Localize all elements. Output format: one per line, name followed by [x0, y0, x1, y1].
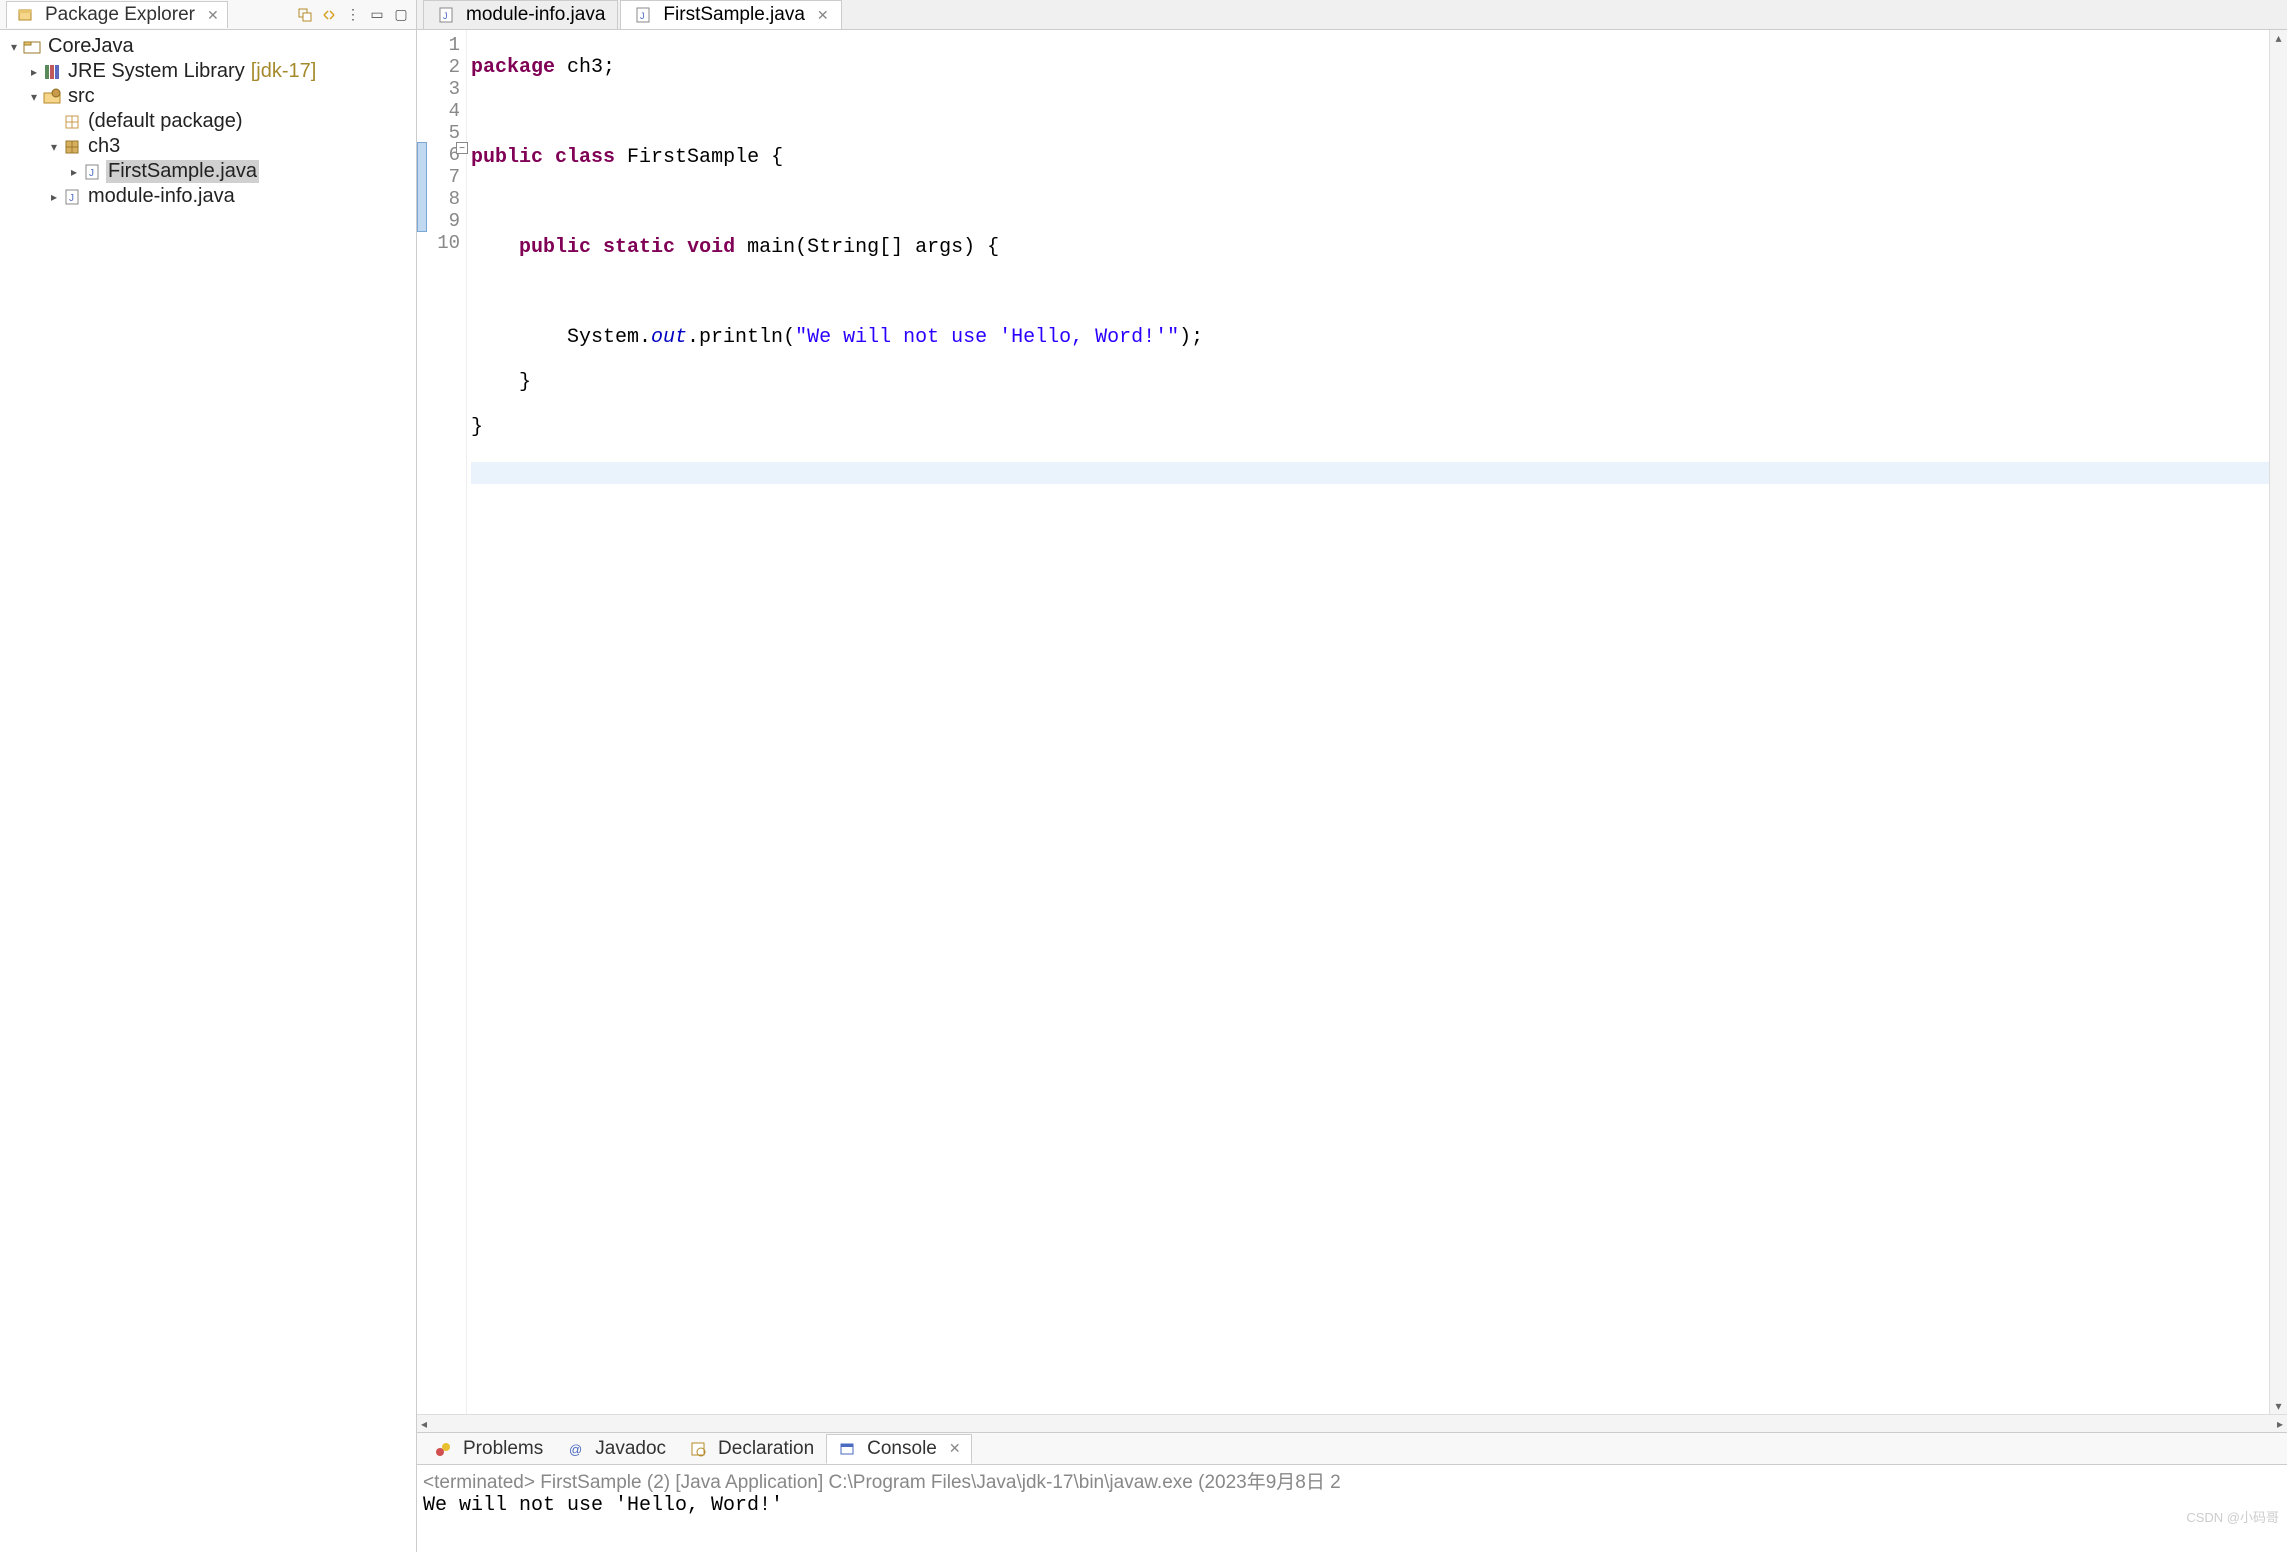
package-explorer-title: Package Explorer	[45, 4, 195, 26]
tree-label: module-info.java	[86, 185, 237, 208]
javadoc-icon: @	[565, 1439, 585, 1459]
scroll-right-icon[interactable]: ▸	[2277, 1417, 2283, 1431]
bottom-tab-bar: Problems @ Javadoc Declaration	[417, 1433, 2287, 1465]
tree-first-sample[interactable]: ▸ J FirstSample.java	[0, 159, 416, 184]
line-number: 2	[449, 56, 460, 78]
console-icon	[837, 1439, 857, 1459]
collapse-all-icon[interactable]	[296, 6, 314, 24]
tab-label: FirstSample.java	[663, 4, 805, 26]
source-folder-icon	[42, 87, 62, 107]
console-output: We will not use 'Hello, Word!'	[423, 1494, 2281, 1517]
code-editor[interactable]: package ch3; public class FirstSample { …	[467, 30, 2269, 1414]
view-menu-icon[interactable]: ⋮	[344, 6, 362, 24]
problems-icon	[433, 1439, 453, 1459]
svg-text:J: J	[640, 11, 645, 21]
tab-javadoc[interactable]: @ Javadoc	[555, 1435, 676, 1463]
tree-label: CoreJava	[46, 35, 136, 58]
horizontal-scrollbar[interactable]: ◂ ▸	[417, 1414, 2287, 1432]
chevron-down-icon[interactable]: ▾	[26, 90, 42, 104]
line-number: 10	[437, 232, 460, 254]
chevron-down-icon[interactable]: ▾	[6, 40, 22, 54]
tree-src[interactable]: ▾ src	[0, 84, 416, 109]
package-explorer-tab[interactable]: Package Explorer ✕	[6, 1, 228, 28]
package-icon	[62, 112, 82, 132]
tab-declaration[interactable]: Declaration	[678, 1435, 824, 1463]
package-tree: ▾ CoreJava ▸ JRE System Library [jdk-17]…	[0, 30, 416, 1552]
java-file-icon: J	[82, 162, 102, 182]
java-file-icon: J	[436, 5, 456, 25]
chevron-right-icon[interactable]: ▸	[26, 65, 42, 79]
package-explorer-header: Package Explorer ✕ ⋮ ▭ ▢	[0, 0, 416, 30]
close-icon[interactable]: ✕	[949, 1440, 961, 1457]
tree-label: (default package)	[86, 110, 245, 133]
tree-label: FirstSample.java	[106, 160, 259, 183]
scroll-up-icon[interactable]: ▴	[2270, 30, 2287, 46]
scroll-down-icon[interactable]: ▾	[2270, 1398, 2287, 1414]
console-status: <terminated> FirstSample (2) [Java Appli…	[423, 1467, 2281, 1494]
tab-label: Problems	[463, 1438, 543, 1460]
editor-tab-bar: J module-info.java J FirstSample.java ✕	[417, 0, 2287, 30]
chevron-right-icon[interactable]: ▸	[66, 165, 82, 179]
svg-text:J: J	[89, 168, 94, 179]
svg-text:J: J	[443, 11, 448, 21]
tab-label: Javadoc	[595, 1438, 666, 1460]
console-content: <terminated> FirstSample (2) [Java Appli…	[417, 1465, 2287, 1552]
editor-gutter: 1 2 3 4 5 6 7 8 9 10 −	[417, 30, 467, 1414]
line-number: 8	[449, 188, 460, 210]
editor-body: 1 2 3 4 5 6 7 8 9 10 − package ch3; publ…	[417, 30, 2287, 1414]
maximize-icon[interactable]: ▢	[392, 6, 410, 24]
tree-ch3[interactable]: ▾ ch3	[0, 134, 416, 159]
line-number: 7	[449, 166, 460, 188]
chevron-right-icon[interactable]: ▸	[46, 190, 62, 204]
line-number: 5	[449, 122, 460, 144]
project-icon	[22, 37, 42, 57]
tree-project[interactable]: ▾ CoreJava	[0, 34, 416, 59]
chevron-down-icon[interactable]: ▾	[46, 140, 62, 154]
tree-jre[interactable]: ▸ JRE System Library [jdk-17]	[0, 59, 416, 84]
link-editor-icon[interactable]	[320, 6, 338, 24]
svg-text:J: J	[69, 193, 74, 204]
tree-label: ch3	[86, 135, 122, 158]
bottom-panel: Problems @ Javadoc Declaration	[417, 1432, 2287, 1552]
close-icon[interactable]: ✕	[207, 7, 219, 24]
tree-default-package[interactable]: (default package)	[0, 109, 416, 134]
package-explorer-toolbar: ⋮ ▭ ▢	[296, 6, 410, 24]
package-explorer-panel: Package Explorer ✕ ⋮ ▭ ▢ ▾	[0, 0, 417, 1552]
tab-module-info[interactable]: J module-info.java	[423, 0, 618, 29]
package-icon	[62, 137, 82, 157]
tab-first-sample[interactable]: J FirstSample.java ✕	[620, 0, 841, 29]
svg-text:@: @	[569, 1442, 582, 1457]
tab-label: Declaration	[718, 1438, 814, 1460]
line-number: 4	[449, 100, 460, 122]
fold-range-strip	[417, 142, 427, 232]
tree-suffix: [jdk-17]	[251, 60, 317, 83]
library-icon	[42, 62, 62, 82]
tab-console[interactable]: Console ✕	[826, 1434, 971, 1464]
tree-label: src	[66, 85, 97, 108]
line-number: 1	[449, 34, 460, 56]
minimize-icon[interactable]: ▭	[368, 6, 386, 24]
tab-label: module-info.java	[466, 4, 605, 26]
tab-label: Console	[867, 1438, 937, 1460]
scroll-left-icon[interactable]: ◂	[421, 1417, 427, 1431]
java-file-icon: J	[62, 187, 82, 207]
watermark: CSDN @小码哥	[2186, 1507, 2279, 1526]
tree-label: JRE System Library	[66, 60, 247, 83]
line-number: 9	[449, 210, 460, 232]
declaration-icon	[688, 1439, 708, 1459]
editor-area: J module-info.java J FirstSample.java ✕ …	[417, 0, 2287, 1552]
vertical-scrollbar[interactable]: ▴ ▾	[2269, 30, 2287, 1414]
tab-problems[interactable]: Problems	[423, 1435, 553, 1463]
java-file-icon: J	[633, 5, 653, 25]
package-explorer-icon	[15, 5, 35, 25]
tree-module-info[interactable]: ▸ J module-info.java	[0, 184, 416, 209]
line-number: 3	[449, 78, 460, 100]
close-icon[interactable]: ✕	[817, 7, 829, 24]
